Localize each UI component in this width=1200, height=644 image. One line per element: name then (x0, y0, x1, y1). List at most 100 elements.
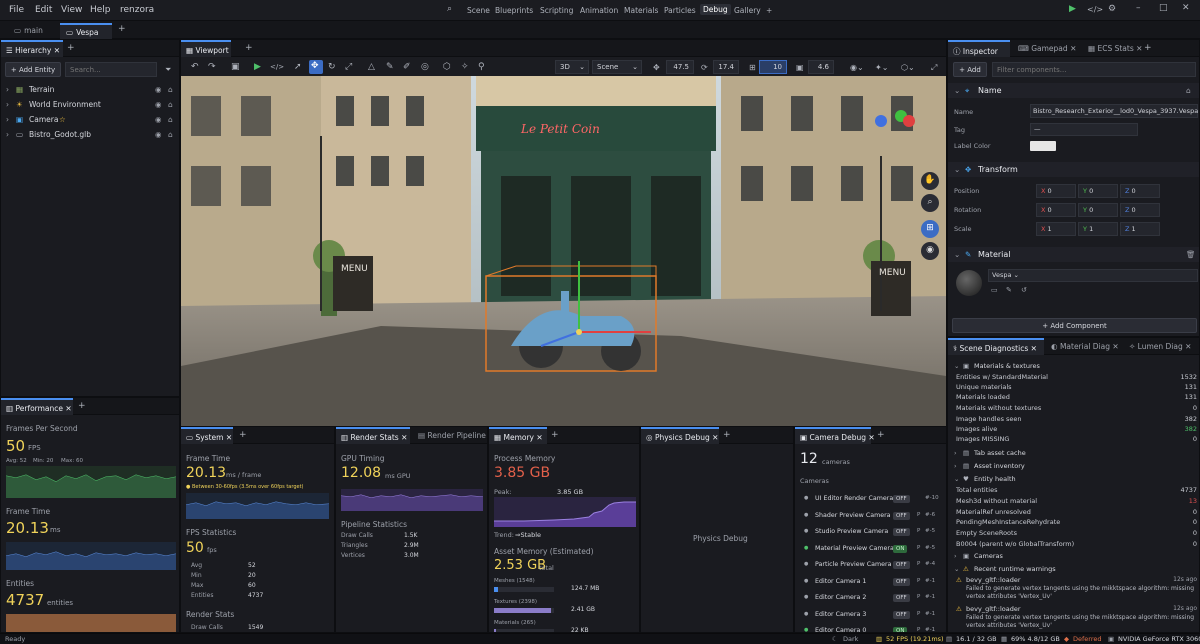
camera-row[interactable]: ● Studio Preview Camera OFF P #-5 (795, 526, 946, 540)
search-icon[interactable]: ⌕ (447, 5, 452, 14)
tab-render-pipeline[interactable]: ▤ Render Pipeline ✕ (413, 427, 487, 444)
filter-components-input[interactable] (992, 62, 1196, 77)
tab-system[interactable]: ▭ System ✕ (181, 427, 233, 444)
add-component-button[interactable]: + Add Component (952, 318, 1197, 333)
tab-performance[interactable]: ▥ Performance ✕ (1, 398, 73, 415)
pan-icon[interactable]: ✋ (921, 172, 939, 190)
camera-row[interactable]: ● Material Preview Camera ON P #-5 (795, 543, 946, 557)
close-tab-icon[interactable]: ✕ (712, 433, 718, 442)
rotate-speed-input[interactable]: 17.4 (713, 60, 739, 74)
zoom-icon[interactable]: ⌕ (921, 194, 939, 212)
chevron-right-icon[interactable]: › (6, 100, 9, 109)
move-speed-input[interactable]: 47.5 (666, 60, 694, 74)
close-tab-icon[interactable]: ✕ (1136, 44, 1142, 53)
chevron-down-icon[interactable]: ⌄ (954, 475, 959, 483)
section-title[interactable]: Entity health (974, 475, 1016, 483)
doc-tab-vespa[interactable]: ▭ Vespa (60, 23, 112, 39)
camera-active-badge[interactable]: OFF (893, 495, 910, 503)
tab-ecs-stats[interactable]: ▦ ECS Stats ✕ (1083, 40, 1147, 57)
label-color-swatch[interactable] (1030, 141, 1056, 151)
lock-icon[interactable]: ⌂ (1186, 86, 1191, 95)
chevron-right-icon[interactable]: › (954, 462, 957, 470)
lock-icon[interactable]: ⌂ (168, 130, 173, 139)
theme-select[interactable]: Dark (843, 635, 858, 643)
snap-icon[interactable]: ◎ (421, 63, 429, 72)
add-layout-button[interactable]: + (766, 6, 772, 15)
play-icon[interactable]: ▶ (254, 63, 261, 72)
camera-active-badge[interactable]: OFF (893, 528, 910, 536)
gizmo-icon[interactable]: ✦⌄ (875, 63, 888, 72)
tab-viewport[interactable]: ▦ Viewport (181, 40, 231, 57)
eye-icon[interactable]: ◉ (155, 130, 162, 139)
scale-x[interactable]: X 1 (1036, 222, 1076, 236)
name-section-header[interactable]: ⌄ ⌖ Name ⌂ (948, 83, 1199, 98)
menu-view[interactable]: View (61, 5, 82, 15)
layout-tab-gallery[interactable]: Gallery (734, 6, 761, 15)
code-icon[interactable]: </> (1087, 5, 1103, 14)
name-field[interactable]: Bistro_Research_Exterior__lod0_Vespa_393… (1030, 104, 1198, 118)
close-tab-icon[interactable]: ✕ (1185, 342, 1191, 351)
chevron-down-icon[interactable]: ⌄ (954, 565, 959, 573)
camera-active-badge[interactable]: OFF (893, 577, 910, 586)
camera-row[interactable]: ● Editor Camera 0 ON P #-1 (795, 625, 946, 632)
eye-icon[interactable]: ◉ (155, 115, 162, 124)
close-tab-icon[interactable]: ✕ (1070, 44, 1076, 53)
material-section-header[interactable]: ⌄ ✎ Material 🗑 (948, 247, 1199, 262)
layout-tab-materials[interactable]: Materials (624, 6, 658, 15)
play-icon[interactable]: ▶ (1069, 5, 1076, 14)
fov-input[interactable]: 4.6 (808, 60, 834, 74)
eye-toggle-icon[interactable]: ◉ (921, 242, 939, 260)
layout-tab-scripting[interactable]: Scripting (540, 6, 573, 15)
scale-tool-icon[interactable]: ⤢ (345, 63, 352, 72)
visibility-icon[interactable]: ◉⌄ (850, 63, 864, 72)
add-tab-button[interactable]: + (551, 431, 559, 440)
gear-icon[interactable]: ⚙ (1108, 5, 1116, 14)
status-deferred[interactable]: Deferred (1073, 635, 1102, 643)
scene-select[interactable]: Scene ⌄ (592, 60, 642, 74)
pin-icon[interactable]: ⚲ (478, 63, 485, 72)
close-tab-icon[interactable]: ✕ (868, 433, 874, 442)
add-document-button[interactable]: + (118, 25, 126, 34)
eye-icon[interactable]: ◉ (155, 100, 162, 109)
trash-icon[interactable]: 🗑 (1186, 250, 1196, 259)
section-title[interactable]: Materials & textures (974, 362, 1040, 370)
close-tab-icon[interactable]: ✕ (65, 404, 71, 413)
section-title[interactable]: Tab asset cache (974, 449, 1026, 457)
viewport-scene[interactable]: Le Petit Coin MENU MENU ✋ ⌕ ⊞ ◉ (181, 76, 946, 426)
scale-z[interactable]: Z 1 (1120, 222, 1160, 236)
add-tab-button[interactable]: + (1144, 44, 1152, 53)
menu-file[interactable]: File (9, 5, 24, 15)
select-tool-icon[interactable]: ➚ (294, 63, 302, 72)
layout-tab-animation[interactable]: Animation (580, 6, 618, 15)
position-z[interactable]: Z 0 (1120, 184, 1160, 198)
camera-active-badge[interactable]: ON (893, 544, 908, 553)
tab-material-diag[interactable]: ◐ Material Diag ✕ (1046, 338, 1124, 355)
scale-y[interactable]: Y 1 (1078, 222, 1118, 236)
eye-icon[interactable]: ◉ (155, 85, 162, 94)
add-tab-button[interactable]: + (67, 44, 75, 53)
hierarchy-item-world-environment[interactable]: › ☀ World Environment ◉ ⌂ (1, 97, 179, 112)
position-x[interactable]: X 0 (1036, 184, 1076, 198)
tab-inspector[interactable]: ⓘ Inspector (948, 40, 1010, 57)
menu-help[interactable]: Help (90, 5, 111, 15)
filter-icon[interactable]: ⏷ (165, 65, 171, 74)
layout-tab-scene[interactable]: Scene (467, 6, 490, 15)
camera-row[interactable]: ● Editor Camera 3 OFF P #-1 (795, 609, 946, 623)
lock-icon[interactable]: ⌂ (168, 115, 173, 124)
undo-icon[interactable]: ↶ (191, 63, 199, 72)
tag-field[interactable]: — (1030, 123, 1138, 136)
close-tab-icon[interactable]: ✕ (401, 433, 407, 442)
chevron-right-icon[interactable]: › (6, 115, 9, 124)
hierarchy-search-input[interactable] (65, 62, 157, 77)
add-component-small-button[interactable]: + Add (953, 62, 987, 77)
add-entity-button[interactable]: + Add Entity (5, 62, 61, 77)
hierarchy-item-camera[interactable]: › ▣ Camera ☆ ◉ ⌂ (1, 112, 179, 127)
tab-scene-diagnostics[interactable]: ⚕ Scene Diagnostics ✕ (948, 338, 1044, 355)
add-tab-button[interactable]: + (877, 431, 885, 440)
camera-row[interactable]: ● UI Editor Render Camera OFF #-10 (795, 493, 946, 507)
rotation-x[interactable]: X 0 (1036, 203, 1076, 217)
close-tab-icon[interactable]: ✕ (226, 433, 232, 442)
menu-edit[interactable]: Edit (35, 5, 52, 15)
hierarchy-item-terrain[interactable]: › ▦ Terrain ◉ ⌂ (1, 82, 179, 97)
save-icon[interactable]: ▣ (231, 63, 240, 72)
